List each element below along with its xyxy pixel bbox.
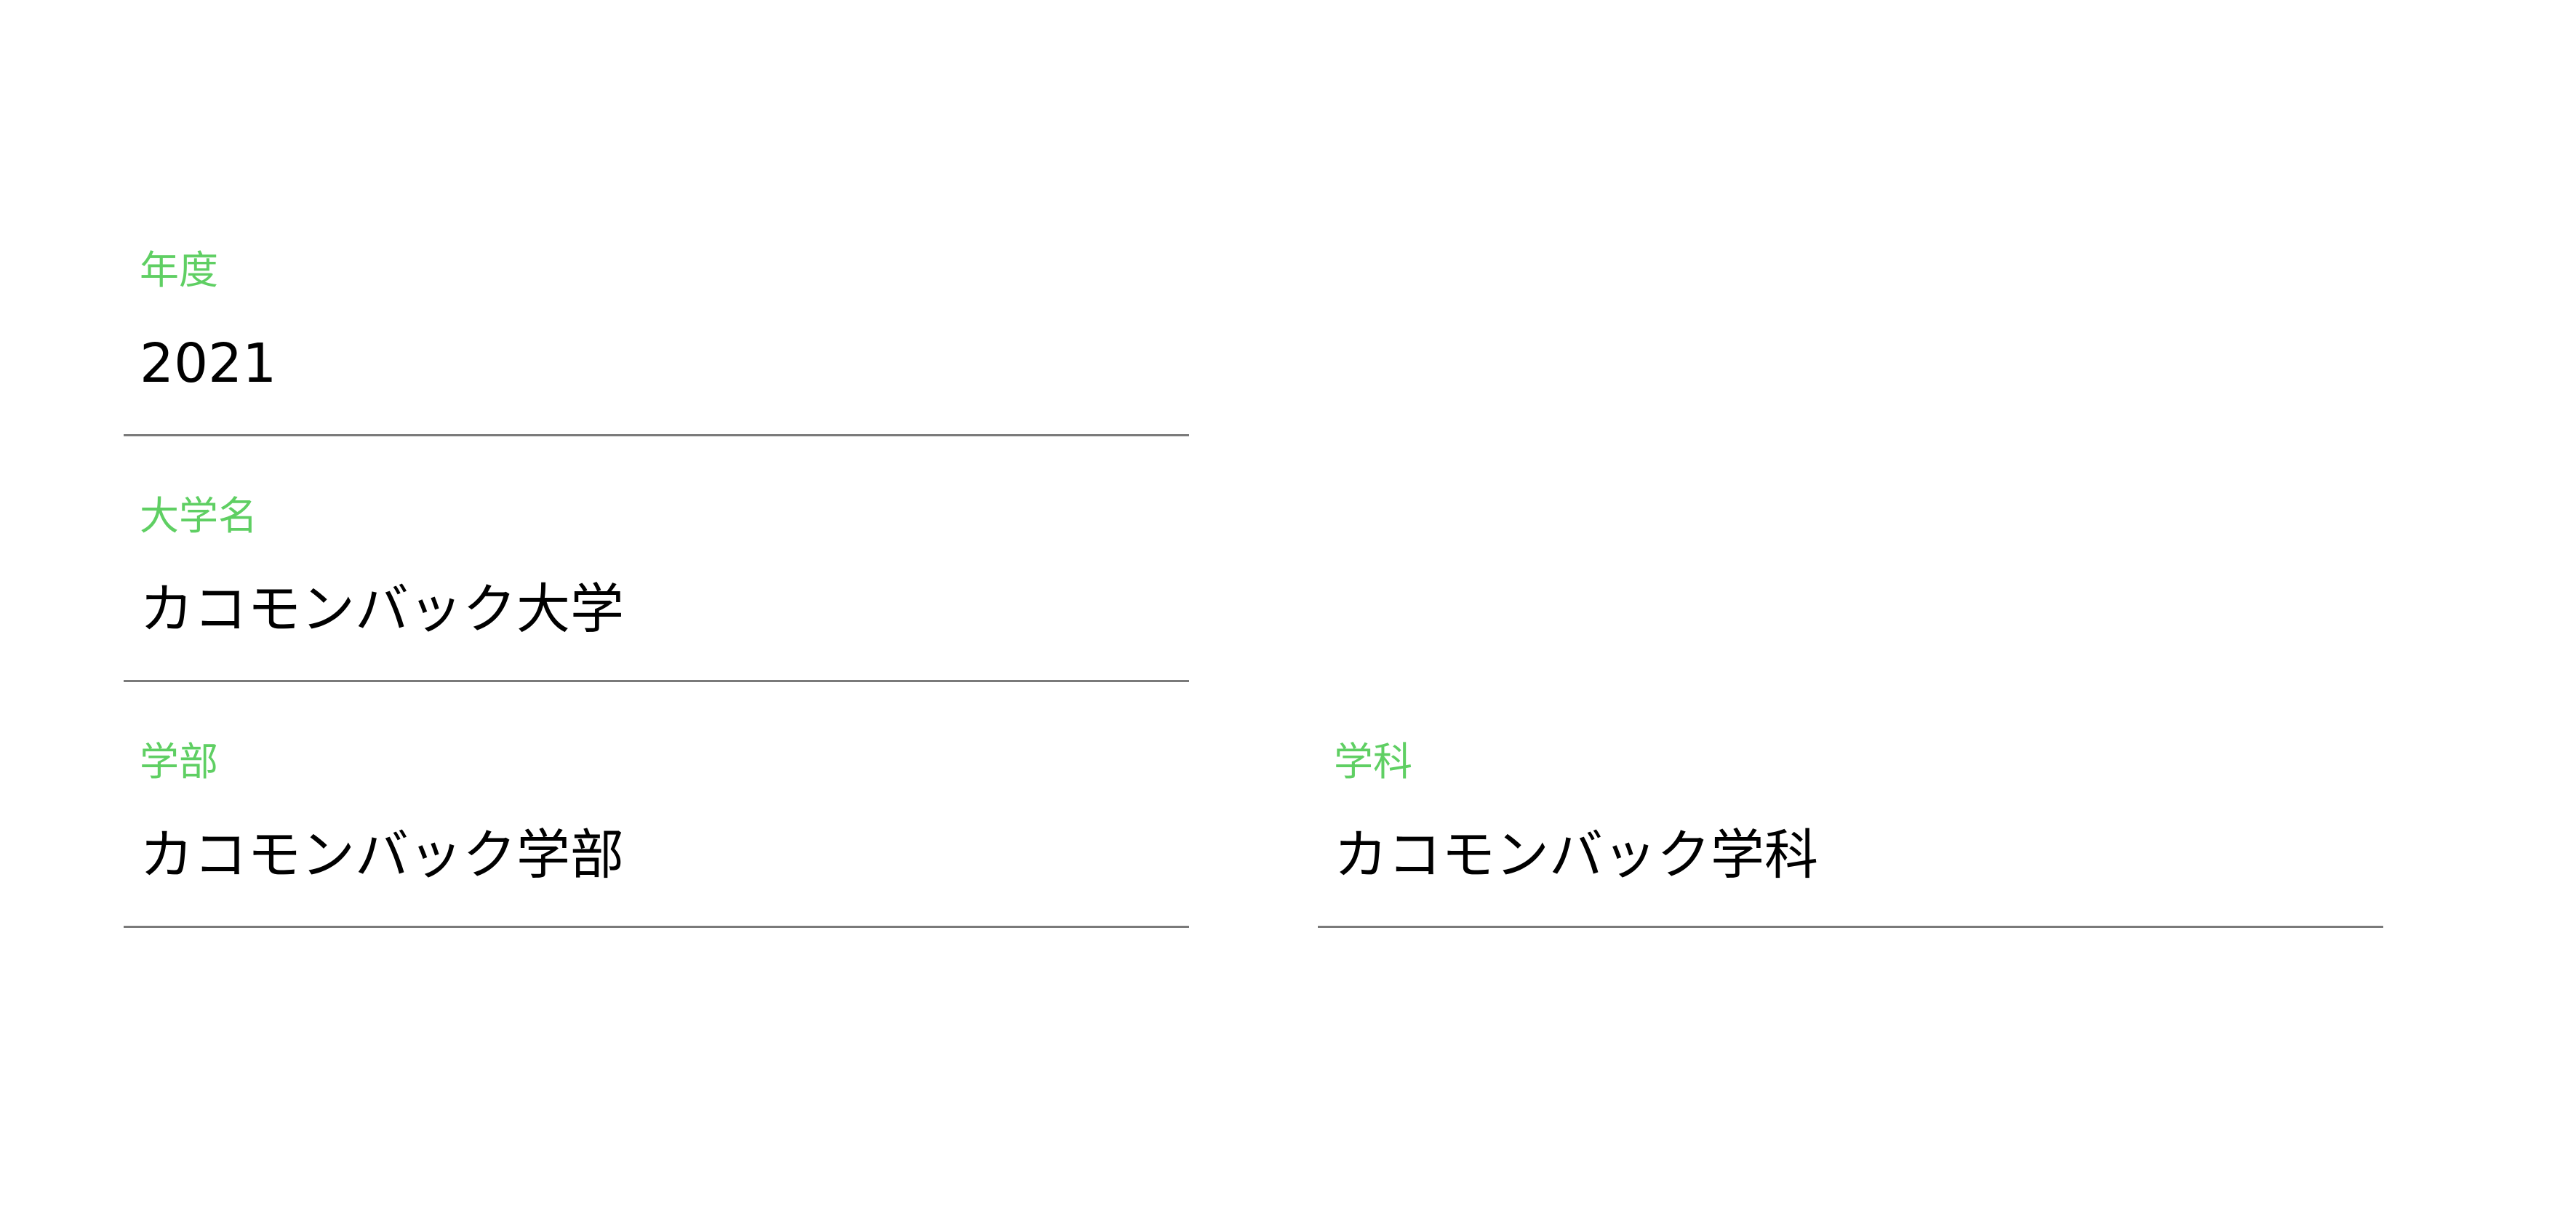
year-input[interactable]: 2021 (124, 320, 1187, 407)
university-info-form: 年度 2021 大学名 カコモンバック大学 学部 カコモンバック学部 学科 カコ… (0, 0, 2576, 1213)
department-label: 学科 (1334, 739, 1412, 785)
department-input[interactable]: カコモンバック学科 (1318, 812, 2381, 899)
faculty-input[interactable]: カコモンバック学部 (124, 812, 1187, 899)
university-name-input[interactable]: カコモンバック大学 (124, 566, 1187, 653)
department-field[interactable]: 学科 カコモンバック学科 (1318, 739, 2383, 928)
university-name-label: 大学名 (140, 493, 257, 539)
year-field[interactable]: 年度 2021 (124, 247, 1189, 436)
faculty-label: 学部 (140, 739, 218, 785)
faculty-field[interactable]: 学部 カコモンバック学部 (124, 739, 1189, 928)
year-label: 年度 (140, 247, 218, 293)
university-name-field[interactable]: 大学名 カコモンバック大学 (124, 493, 1189, 682)
